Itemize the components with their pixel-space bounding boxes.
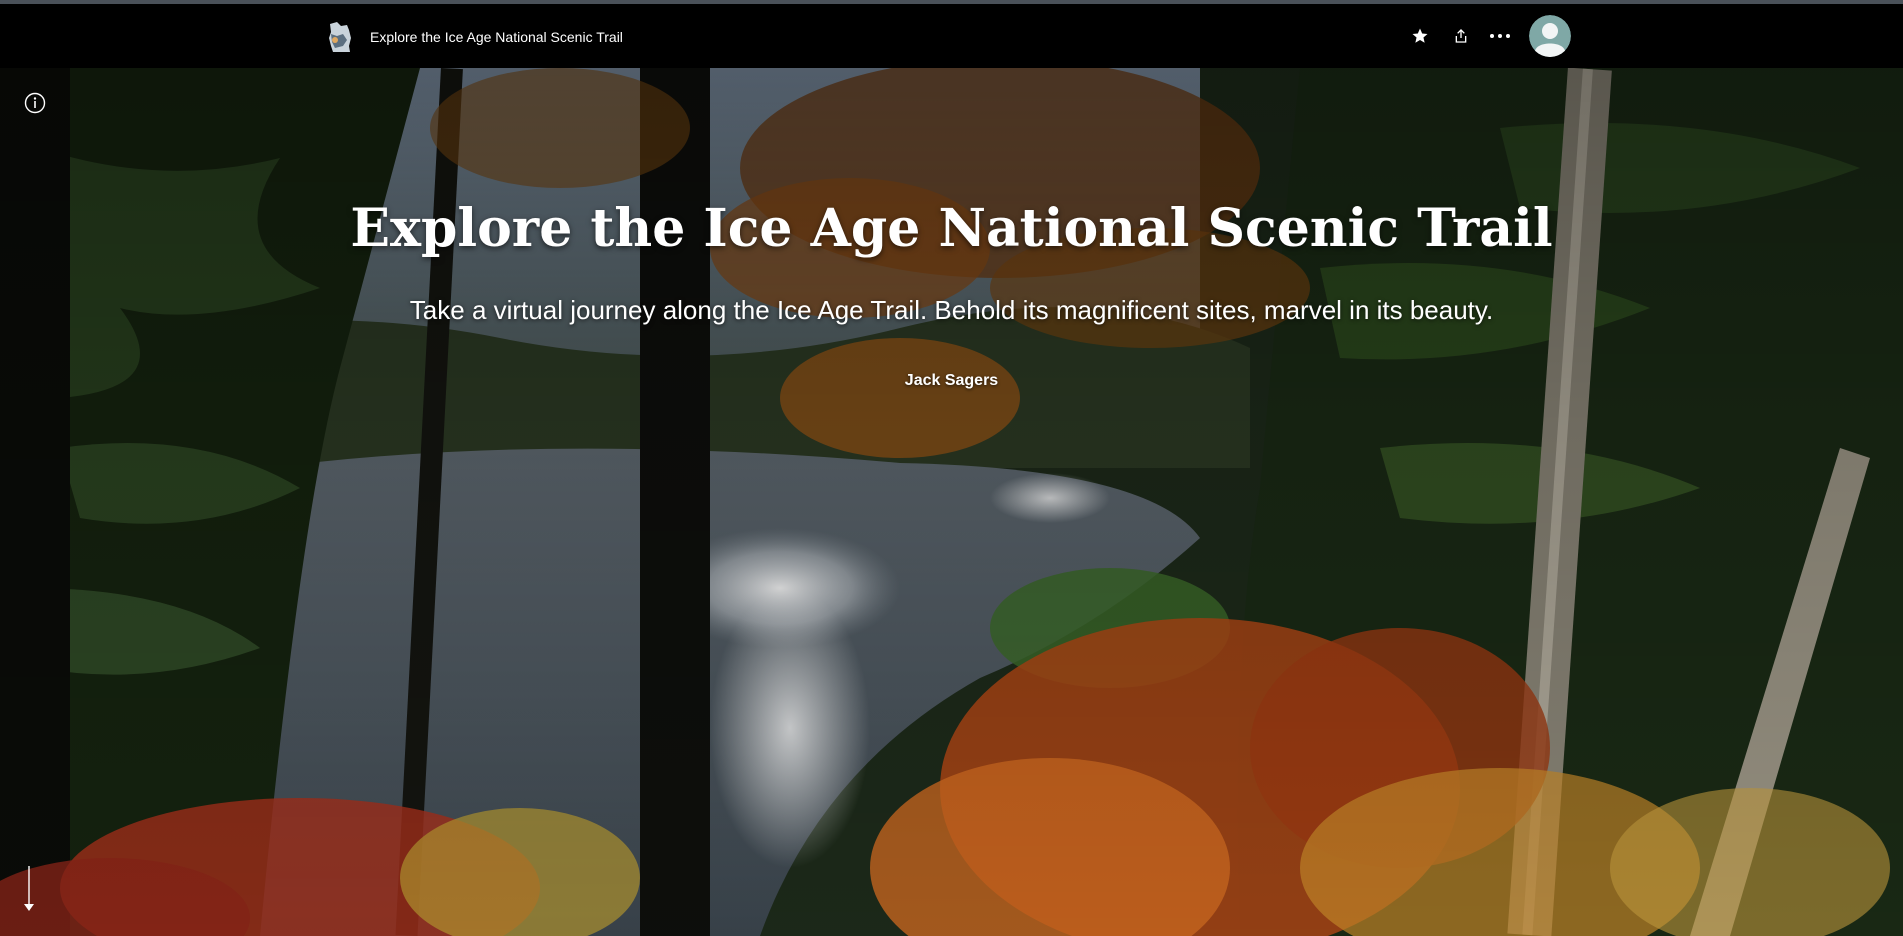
info-button[interactable] <box>20 88 50 118</box>
story-header: Explore the Ice Age National Scenic Trai… <box>0 4 1903 68</box>
star-icon <box>1412 28 1428 43</box>
hero-title: Explore the Ice Age National Scenic Trai… <box>350 198 1553 259</box>
favorite-button[interactable] <box>1406 22 1434 50</box>
header-title: Explore the Ice Age National Scenic Trai… <box>370 29 623 45</box>
more-options-button[interactable] <box>1486 22 1514 50</box>
hero-byline: Jack Sagers <box>904 372 999 389</box>
story-page: Explore the Ice Age National Scenic Trai… <box>0 0 1903 936</box>
info-icon <box>24 92 46 114</box>
user-avatar-icon[interactable] <box>1529 15 1571 57</box>
hero-cover: Explore the Ice Age National Scenic Trai… <box>0 68 1903 936</box>
arrow-down-icon <box>24 866 34 911</box>
share-button[interactable] <box>1447 22 1475 50</box>
scroll-down-button[interactable] <box>14 864 44 914</box>
hero-subtitle: Take a virtual journey along the Ice Age… <box>409 295 1494 325</box>
wisconsin-map-logo-icon[interactable] <box>327 20 353 54</box>
ellipsis-icon <box>1490 34 1510 38</box>
share-icon <box>1455 29 1467 43</box>
